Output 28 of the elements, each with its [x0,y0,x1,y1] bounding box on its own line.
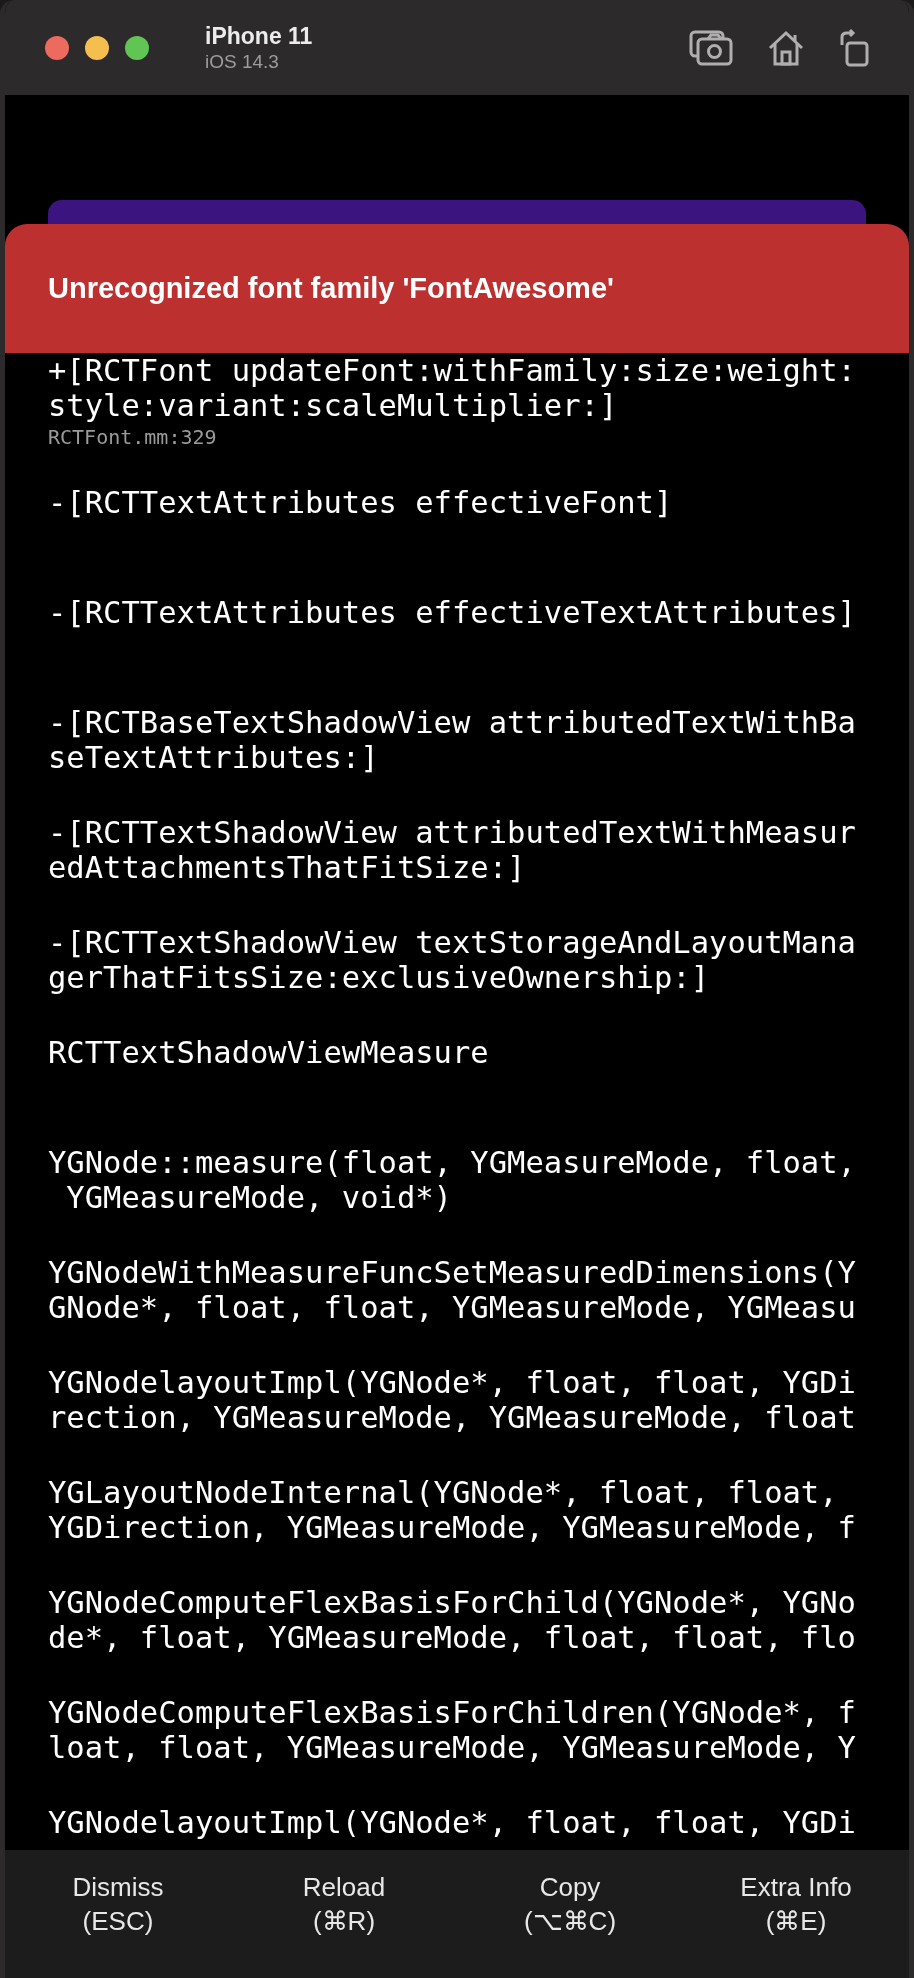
stack-frame-text: -[RCTTextShadowView attributedTextWithMeasur edAttachmentsThatFitSize:] [48,815,856,885]
stack-frame-text: -[RCTTextShadowView textStorageAndLayoutMana gerThatFitsSize:exclusiveOwnership:] [48,925,856,995]
redbox-action-button[interactable]: Extra Info (⌘E) [736,1870,856,1938]
zoom-window-button[interactable] [125,35,149,60]
minimize-window-button[interactable] [85,35,109,60]
stack-frame-file: RCTFont.mm:329 [48,424,217,451]
rotate-icon[interactable] [839,28,869,67]
stack-frame-text: YGNodelayoutImpl(YGNode*, float, float, YGDi rection, YGMeasureMode, YGMeasureMode, float [48,1365,856,1435]
stack-frame-text: YGLayoutNodeInternal(YGNode*, float, float, YGDirection, YGMeasureMode, YGMeasureMode, f [48,1475,856,1545]
stack-frame-text: -[RCTTextAttributes effectiveFont] [48,485,673,520]
redbox-action-button[interactable]: Copy (⌥⌘C) [519,1870,621,1938]
stack-frame-text: YGNodeComputeFlexBasisForChildren(YGNode*, f loat, float, YGMeasureMode, YGMeasureMode, Y [48,1695,856,1765]
stack-frame-text: -[RCTBaseTextShadowView attributedTextWithBa seTextAttributes:] [48,705,856,775]
stack-frame-text: +[RCTFont updateFont:withFamily:size:weight: style:variant:scaleMultiplier:] [48,353,856,423]
window-subtitle: iOS 14.3 [205,49,280,74]
close-window-button[interactable] [45,35,69,60]
stack-frame-text: YGNodelayoutImpl(YGNode*, float, float, YGDi [48,1805,856,1840]
home-icon[interactable] [767,29,805,66]
stack-frame-text: -[RCTTextAttributes effectiveTextAttributes] [48,595,856,630]
redbox-action-button[interactable]: Dismiss (ESC) [68,1870,168,1938]
error-title: Unrecognized font family 'FontAwesome' [48,270,614,306]
stack-frame-text: YGNode::measure(float, YGMeasureMode, float, YGMeasureMode, void*) [48,1145,856,1215]
stack-frame-text: YGNodeWithMeasureFuncSetMeasuredDimensions(Y GNode*, float, float, YGMeasureMode, YGMeasu [48,1255,856,1325]
redbox-action-button[interactable]: Reload (⌘R) [298,1870,390,1938]
window-title: iPhone 11 [205,21,313,50]
stack-frame-text: YGNodeComputeFlexBasisForChild(YGNode*, YGNo de*, float, YGMeasureMode, float, float, flo [48,1585,856,1655]
stack-frame-text: RCTTextShadowViewMeasure [48,1035,489,1070]
screenshot-icon[interactable] [689,29,733,66]
